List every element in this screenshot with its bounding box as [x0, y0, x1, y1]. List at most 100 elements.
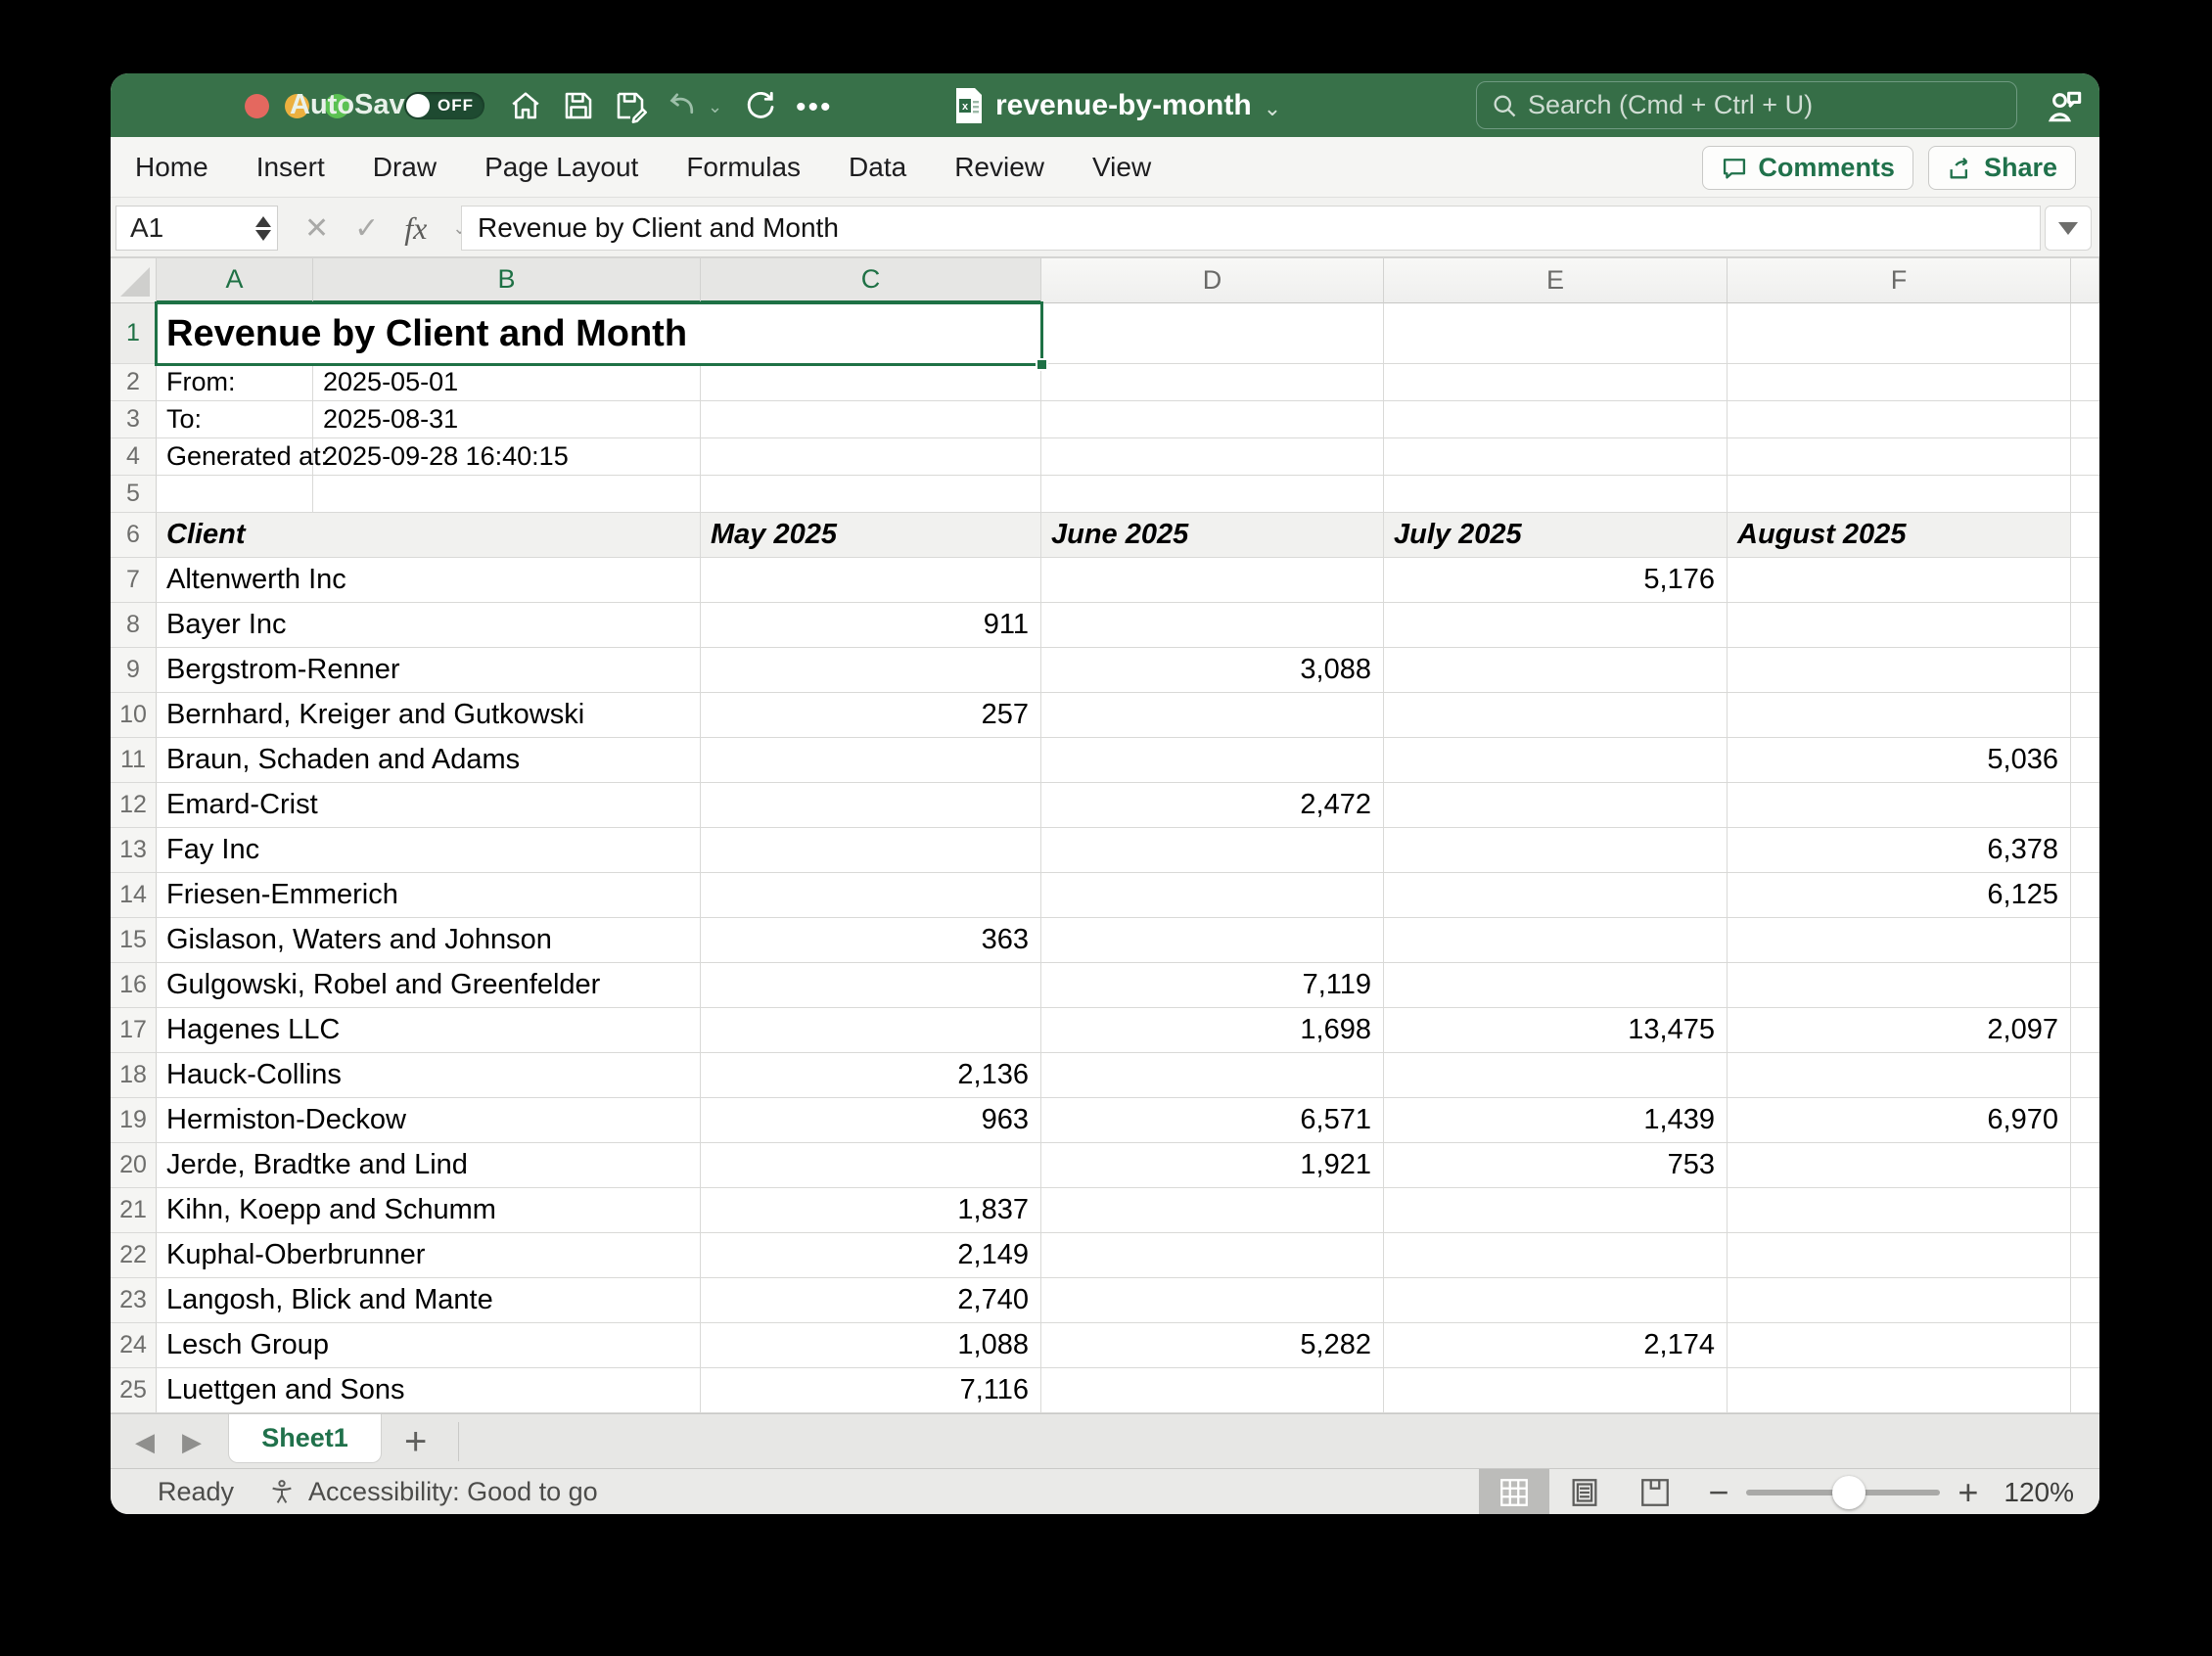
row-header-1[interactable]: 1: [111, 303, 157, 364]
cell-meta-label-3[interactable]: To:: [157, 401, 313, 438]
cell-client-25[interactable]: Luettgen and Sons: [157, 1368, 701, 1413]
cell-client-18[interactable]: Hauck-Collins: [157, 1053, 701, 1098]
more-commands-icon[interactable]: •••: [796, 91, 831, 126]
cell-d1[interactable]: [1041, 303, 1384, 364]
cell-client-22[interactable]: Kuphal-Oberbrunner: [157, 1233, 701, 1278]
cell-f12[interactable]: [1728, 783, 2071, 828]
ribbon-tab-home[interactable]: Home: [135, 152, 208, 183]
cell-f23[interactable]: [1728, 1278, 2071, 1323]
row-header-3[interactable]: 3: [111, 401, 157, 438]
cell-d5[interactable]: [1041, 476, 1384, 513]
cell-sliver-6[interactable]: [2071, 513, 2099, 558]
name-box[interactable]: A1: [115, 206, 278, 251]
document-title-group[interactable]: x revenue-by-month ⌄: [954, 73, 1281, 137]
cell-c18[interactable]: 2,136: [701, 1053, 1041, 1098]
row-header-8[interactable]: 8: [111, 603, 157, 648]
cell-c12[interactable]: [701, 783, 1041, 828]
cell-c7[interactable]: [701, 558, 1041, 603]
cell-meta-value-2[interactable]: 2025-05-01: [313, 364, 701, 401]
row-header-16[interactable]: 16: [111, 963, 157, 1008]
cell-client-7[interactable]: Altenwerth Inc: [157, 558, 701, 603]
cell-month-header-2[interactable]: June 2025: [1041, 513, 1384, 558]
cell-f8[interactable]: [1728, 603, 2071, 648]
cell-sliver-11[interactable]: [2071, 738, 2099, 783]
undo-chevron-icon[interactable]: ⌄: [708, 97, 725, 115]
cell-sliver-22[interactable]: [2071, 1233, 2099, 1278]
ribbon-tab-view[interactable]: View: [1092, 152, 1151, 183]
cell-e5[interactable]: [1384, 476, 1728, 513]
cell-e7[interactable]: 5,176: [1384, 558, 1728, 603]
cell-f17[interactable]: 2,097: [1728, 1008, 2071, 1053]
zoom-slider-thumb[interactable]: [1832, 1476, 1866, 1509]
cell-meta-value-3[interactable]: 2025-08-31: [313, 401, 701, 438]
ribbon-tab-insert[interactable]: Insert: [256, 152, 325, 183]
cell-client-8[interactable]: Bayer Inc: [157, 603, 701, 648]
cell-e3[interactable]: [1384, 401, 1728, 438]
prev-sheet-icon[interactable]: ◀: [135, 1427, 155, 1457]
cell-d15[interactable]: [1041, 918, 1384, 963]
select-all-corner[interactable]: [111, 258, 157, 303]
cell-f4[interactable]: [1728, 438, 2071, 476]
cell-sliver-19[interactable]: [2071, 1098, 2099, 1143]
cell-f10[interactable]: [1728, 693, 2071, 738]
cell-f14[interactable]: 6,125: [1728, 873, 2071, 918]
ribbon-tab-review[interactable]: Review: [954, 152, 1044, 183]
row-header-17[interactable]: 17: [111, 1008, 157, 1053]
cell-d2[interactable]: [1041, 364, 1384, 401]
cell-sliver-13[interactable]: [2071, 828, 2099, 873]
cell-e20[interactable]: 753: [1384, 1143, 1728, 1188]
row-header-19[interactable]: 19: [111, 1098, 157, 1143]
row-header-13[interactable]: 13: [111, 828, 157, 873]
row-header-24[interactable]: 24: [111, 1323, 157, 1368]
cell-d23[interactable]: [1041, 1278, 1384, 1323]
name-box-stepper[interactable]: [255, 216, 271, 241]
cell-meta-value-5[interactable]: [313, 476, 701, 513]
cell-meta-label-4[interactable]: Generated at:: [157, 438, 313, 476]
save-icon[interactable]: [561, 88, 596, 123]
cell-e24[interactable]: 2,174: [1384, 1323, 1728, 1368]
row-header-14[interactable]: 14: [111, 873, 157, 918]
cell-e18[interactable]: [1384, 1053, 1728, 1098]
cell-e19[interactable]: 1,439: [1384, 1098, 1728, 1143]
cell-c3[interactable]: [701, 401, 1041, 438]
cell-e21[interactable]: [1384, 1188, 1728, 1233]
cell-c2[interactable]: [701, 364, 1041, 401]
cell-client-16[interactable]: Gulgowski, Robel and Greenfelder: [157, 963, 701, 1008]
cell-d9[interactable]: 3,088: [1041, 648, 1384, 693]
cell-e13[interactable]: [1384, 828, 1728, 873]
cell-c11[interactable]: [701, 738, 1041, 783]
cell-d20[interactable]: 1,921: [1041, 1143, 1384, 1188]
cell-d11[interactable]: [1041, 738, 1384, 783]
cell-sliver-24[interactable]: [2071, 1323, 2099, 1368]
row-header-9[interactable]: 9: [111, 648, 157, 693]
row-header-20[interactable]: 20: [111, 1143, 157, 1188]
cell-client-24[interactable]: Lesch Group: [157, 1323, 701, 1368]
selection-fill-handle[interactable]: [1036, 358, 1048, 371]
cell-f3[interactable]: [1728, 401, 2071, 438]
cell-f20[interactable]: [1728, 1143, 2071, 1188]
page-layout-view-button[interactable]: [1549, 1469, 1620, 1514]
cell-meta-label-2[interactable]: From:: [157, 364, 313, 401]
cell-f13[interactable]: 6,378: [1728, 828, 2071, 873]
row-header-12[interactable]: 12: [111, 783, 157, 828]
cell-c25[interactable]: 7,116: [701, 1368, 1041, 1413]
sheet-tab-sheet1[interactable]: Sheet1: [228, 1414, 382, 1463]
cell-client-14[interactable]: Friesen-Emmerich: [157, 873, 701, 918]
cell-f1[interactable]: [1728, 303, 2071, 364]
zoom-out-button[interactable]: −: [1690, 1472, 1746, 1513]
cell-f25[interactable]: [1728, 1368, 2071, 1413]
cell-d17[interactable]: 1,698: [1041, 1008, 1384, 1053]
cell-f21[interactable]: [1728, 1188, 2071, 1233]
ribbon-tab-formulas[interactable]: Formulas: [686, 152, 801, 183]
comments-button[interactable]: Comments: [1702, 146, 1913, 190]
cell-sliver-10[interactable]: [2071, 693, 2099, 738]
cell-sliver-16[interactable]: [2071, 963, 2099, 1008]
cell-sliver-9[interactable]: [2071, 648, 2099, 693]
cell-f11[interactable]: 5,036: [1728, 738, 2071, 783]
cell-client-10[interactable]: Bernhard, Kreiger and Gutkowski: [157, 693, 701, 738]
row-header-7[interactable]: 7: [111, 558, 157, 603]
cell-c16[interactable]: [701, 963, 1041, 1008]
cell-client-header[interactable]: Client: [157, 513, 701, 558]
column-header-sliver[interactable]: [2071, 258, 2099, 303]
cell-sliver-4[interactable]: [2071, 438, 2099, 476]
